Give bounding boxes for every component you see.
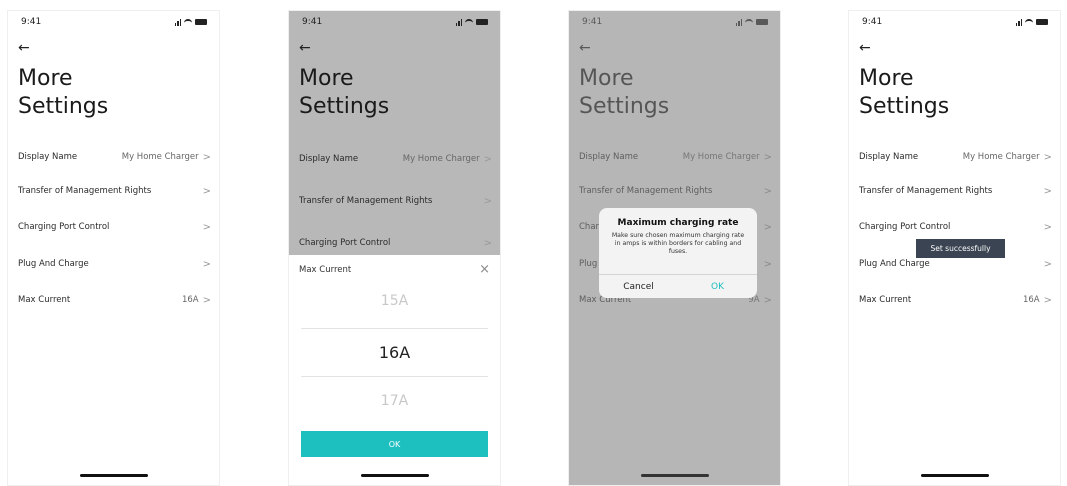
picker-divider (301, 376, 488, 377)
chevron-right-icon: > (1043, 258, 1052, 270)
chevron-right-icon: > (1043, 221, 1052, 233)
ok-button[interactable]: OK (678, 275, 757, 298)
cancel-button[interactable]: Cancel (599, 275, 678, 298)
dim-overlay[interactable] (289, 11, 500, 255)
back-arrow-icon[interactable]: ← (299, 41, 311, 55)
max-current-sheet: Max Current × 15A 16A 17A OK (289, 255, 500, 485)
phone-screen-max-current-sheet: 9:41 ← More Settings Display Name My Hom… (288, 10, 501, 486)
phone-screen-toast: 9:41 ← More Settings Display Name My Hom… (848, 10, 1061, 486)
row-transfer-rights: Transfer of Management Rights > (299, 195, 492, 207)
row-port-control[interactable]: Charging Port Control > (18, 217, 211, 237)
chevron-right-icon: > (202, 258, 211, 270)
chevron-right-icon: > (202, 221, 211, 233)
chevron-right-icon: > (483, 153, 492, 165)
phone-screen-settings: 9:41 ← More Settings Display Name My Hom… (7, 10, 220, 486)
status-bar: 9:41 (8, 11, 219, 33)
row-port-control: Charging Port Control > (299, 237, 492, 249)
row-port-control[interactable]: Charging Port Control > (859, 217, 1052, 237)
row-transfer-rights[interactable]: Transfer of Management Rights > (18, 181, 211, 201)
signal-icon (174, 18, 181, 26)
row-transfer-rights[interactable]: Transfer of Management Rights > (859, 181, 1052, 201)
max-rate-dialog: Maximum charging rate Make sure chosen m… (599, 208, 757, 298)
battery-icon (195, 19, 207, 25)
wifi-icon (1025, 19, 1033, 25)
signal-icon (1015, 18, 1022, 26)
ok-button[interactable]: OK (301, 431, 488, 457)
sheet-title: Max Current (299, 265, 352, 275)
home-indicator (640, 474, 709, 477)
page-title: More Settings (18, 66, 109, 119)
chevron-right-icon: > (1043, 185, 1052, 197)
page-title: More Settings (859, 66, 950, 119)
battery-icon (476, 19, 488, 25)
picker-option-selected[interactable]: 16A (289, 343, 500, 362)
chevron-right-icon: > (202, 294, 211, 306)
dialog-message: Make sure chosen maximum charging rate i… (611, 232, 745, 255)
signal-icon (455, 18, 462, 26)
success-toast: Set successfully (916, 239, 1005, 258)
dialog-title: Maximum charging rate (617, 218, 739, 228)
row-plug-charge[interactable]: Plug And Charge > (18, 254, 211, 274)
row-max-current[interactable]: Max Current 16A > (18, 290, 211, 310)
wifi-icon (184, 19, 192, 25)
battery-icon (1036, 19, 1048, 25)
chevron-right-icon: > (202, 185, 211, 197)
home-indicator (360, 474, 429, 477)
row-max-current[interactable]: Max Current 16A > (859, 290, 1052, 310)
chevron-right-icon: > (1043, 151, 1052, 163)
back-arrow-icon[interactable]: ← (18, 41, 30, 55)
home-indicator (79, 474, 148, 477)
chevron-right-icon: > (483, 237, 492, 249)
wifi-icon (465, 19, 473, 25)
phone-screen-dialog: 9:41 ← More Settings Display Name My Hom… (568, 10, 781, 486)
picker-divider (301, 328, 488, 329)
status-bar: 9:41 (849, 11, 1060, 33)
chevron-right-icon: > (483, 195, 492, 207)
close-icon[interactable]: × (479, 263, 490, 276)
chevron-right-icon: > (202, 151, 211, 163)
home-indicator (920, 474, 989, 477)
back-arrow-icon[interactable]: ← (859, 41, 871, 55)
status-bar: 9:41 (289, 11, 500, 33)
status-time: 9:41 (21, 17, 42, 27)
row-display-name: Display Name My Home Charger> (299, 153, 492, 165)
page-title: More Settings (299, 66, 390, 119)
picker-option-15a[interactable]: 15A (289, 293, 500, 309)
row-display-name[interactable]: Display Name My Home Charger > (859, 147, 1052, 167)
row-display-name[interactable]: Display Name My Home Charger > (18, 147, 211, 167)
chevron-right-icon: > (1043, 294, 1052, 306)
picker-option-17a[interactable]: 17A (289, 393, 500, 409)
